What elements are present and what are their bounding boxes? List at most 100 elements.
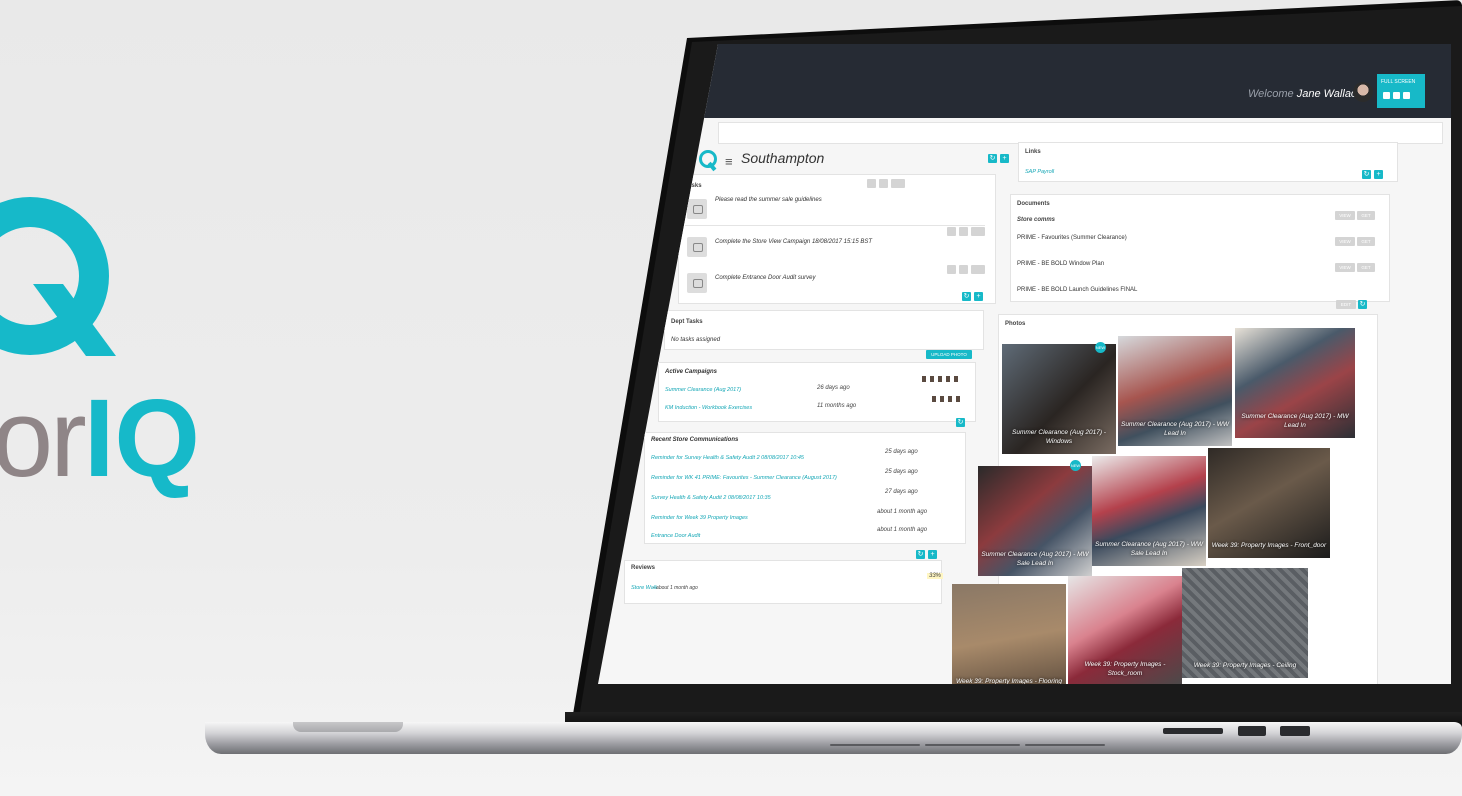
photo-tile[interactable]: Summer Clearance (Aug 2017) - WW Lead In <box>1118 336 1232 446</box>
comment-button[interactable] <box>891 179 905 188</box>
dept-tasks-title: Dept Tasks <box>671 319 703 325</box>
vent <box>925 744 1020 746</box>
campaign-thumbnail[interactable] <box>955 395 961 403</box>
document-item[interactable]: PRIME - BE BOLD Launch Guidelines FINAL <box>1017 287 1137 293</box>
active-campaigns-title: Active Campaigns <box>665 369 718 375</box>
communication-link[interactable]: Survey Health & Safety Audit 2 08/08/201… <box>651 495 771 501</box>
edit-button[interactable]: EDIT <box>1336 300 1356 309</box>
get-button[interactable]: GET <box>1357 237 1375 246</box>
refresh-button[interactable]: ↻ <box>988 154 997 163</box>
reviews-panel: Reviews Store Walk - about 1 month ago 3… <box>624 560 944 604</box>
check-button[interactable] <box>959 265 968 274</box>
communication-time: about 1 month ago <box>877 527 928 533</box>
campaign-link[interactable]: KM Induction - Workbook Exercises <box>665 405 752 411</box>
task-item[interactable]: Complete Entrance Door Audit survey <box>715 275 816 281</box>
fullscreen-button[interactable]: FULL SCREEN <box>1377 74 1425 108</box>
get-button[interactable]: GET <box>1357 211 1375 220</box>
photo-tile[interactable]: Week 39: Property Images - Stock_room <box>1068 576 1182 684</box>
campaign-thumbnail[interactable] <box>931 395 937 403</box>
camera-icon[interactable] <box>687 199 707 219</box>
new-badge: NEW <box>1095 342 1106 353</box>
refresh-button[interactable]: ↻ <box>1358 300 1367 309</box>
add-link-button[interactable]: + <box>1374 170 1383 179</box>
welcome-text: Welcome Jane Wallace <box>1248 88 1363 100</box>
document-item[interactable]: PRIME - Favourites (Summer Clearance) <box>1017 235 1127 241</box>
communication-link[interactable]: Reminder for Week 39 Property Images <box>651 515 748 521</box>
communications-title: Recent Store Communications <box>651 437 739 443</box>
brand-wordmark: orIQ <box>0 377 200 500</box>
campaign-time: 26 days ago <box>817 385 850 391</box>
page-title: Southampton <box>741 150 825 166</box>
refresh-button[interactable]: ↻ <box>1362 170 1371 179</box>
photo-tile[interactable]: Week 39: Property Images - Flooring <box>952 584 1066 684</box>
avatar[interactable] <box>1353 82 1373 102</box>
campaign-link[interactable]: Summer Clearance (Aug 2017) <box>665 387 741 393</box>
top-navbar: Welcome Jane Wallace FULL SCREEN <box>598 44 1451 118</box>
grid-icon <box>1393 92 1400 99</box>
reviews-title: Reviews <box>631 565 656 571</box>
vent <box>830 744 920 746</box>
photo-tile[interactable]: Summer Clearance (Aug 2017) - MW Lead In <box>1235 328 1355 438</box>
link-item[interactable]: SAP Payroll <box>1025 169 1054 175</box>
view-button[interactable]: VIEW <box>1335 237 1355 246</box>
links-panel: Links SAP Payroll <box>1018 142 1398 182</box>
documents-title: Documents <box>1017 201 1050 207</box>
photos-title: Photos <box>1005 321 1026 327</box>
communication-time: 27 days ago <box>885 489 918 495</box>
campaign-thumbnail[interactable] <box>921 375 927 383</box>
new-badge: NEW <box>1070 460 1081 471</box>
photo-tile[interactable]: Summer Clearance (Aug 2017) - MW Sale Le… <box>978 466 1092 576</box>
review-score: 33% <box>927 573 944 579</box>
vent <box>1025 744 1105 746</box>
document-item[interactable]: PRIME - BE BOLD Window Plan <box>1017 261 1104 267</box>
add-task-button[interactable]: + <box>974 292 983 301</box>
divider <box>685 225 985 226</box>
communication-time: 25 days ago <box>885 449 918 455</box>
active-campaigns-panel: Active Campaigns Summer Clearance (Aug 2… <box>658 362 976 422</box>
search-bar[interactable] <box>718 122 1443 144</box>
add-review-button[interactable]: + <box>928 550 937 559</box>
refresh-button[interactable]: ↻ <box>916 550 925 559</box>
campaign-thumbnail[interactable] <box>939 395 945 403</box>
refresh-button[interactable]: ↻ <box>956 418 965 427</box>
view-button[interactable]: VIEW <box>1335 211 1355 220</box>
hamburger-icon[interactable]: ≡ <box>725 154 733 169</box>
camera-icon[interactable] <box>687 237 707 257</box>
laptop-notch <box>293 722 403 732</box>
flag-button[interactable] <box>867 179 876 188</box>
communication-link[interactable]: Entrance Door Audit <box>651 533 700 539</box>
q-logo-icon <box>0 197 116 356</box>
campaign-thumbnail[interactable] <box>937 375 943 383</box>
refresh-button[interactable]: ↻ <box>962 292 971 301</box>
flag-button[interactable] <box>947 227 956 236</box>
campaign-thumbnail[interactable] <box>929 375 935 383</box>
document-group: Store comms <box>1017 217 1056 223</box>
campaign-thumbnail[interactable] <box>953 375 959 383</box>
photo-tile[interactable]: Week 39: Property Images - Ceiling <box>1182 568 1308 678</box>
campaign-time: 11 months ago <box>817 403 857 409</box>
links-title: Links <box>1025 149 1041 155</box>
review-time: - about 1 month ago <box>653 585 698 591</box>
photo-tile[interactable]: Summer Clearance (Aug 2017) - Windows <box>1002 344 1116 454</box>
get-button[interactable]: GET <box>1357 263 1375 272</box>
settings-icon <box>1403 92 1410 99</box>
communication-link[interactable]: Reminder for WK 41 PRIME: Favourites - S… <box>651 475 837 481</box>
check-button[interactable] <box>879 179 888 188</box>
upload-photo-button[interactable]: UPLOAD PHOTO <box>926 350 972 359</box>
view-button[interactable]: VIEW <box>1335 263 1355 272</box>
add-task-button[interactable]: + <box>1000 154 1009 163</box>
communication-link[interactable]: Reminder for Survey Health & Safety Audi… <box>651 455 804 461</box>
task-item[interactable]: Please read the summer sale guidelines <box>715 197 822 203</box>
comment-button[interactable] <box>971 265 985 274</box>
camera-icon[interactable] <box>687 273 707 293</box>
comment-button[interactable] <box>971 227 985 236</box>
usb-port <box>1280 726 1310 736</box>
task-item[interactable]: Complete the Store View Campaign 18/08/2… <box>715 239 872 245</box>
documents-panel: Documents Store comms PRIME - Favourites… <box>1010 194 1390 302</box>
campaign-thumbnail[interactable] <box>945 375 951 383</box>
check-button[interactable] <box>959 227 968 236</box>
campaign-thumbnail[interactable] <box>947 395 953 403</box>
flag-button[interactable] <box>947 265 956 274</box>
photo-tile[interactable]: Summer Clearance (Aug 2017) - WW Sale Le… <box>1092 456 1206 566</box>
photo-tile[interactable]: Week 39: Property Images - Front_door <box>1208 448 1330 558</box>
